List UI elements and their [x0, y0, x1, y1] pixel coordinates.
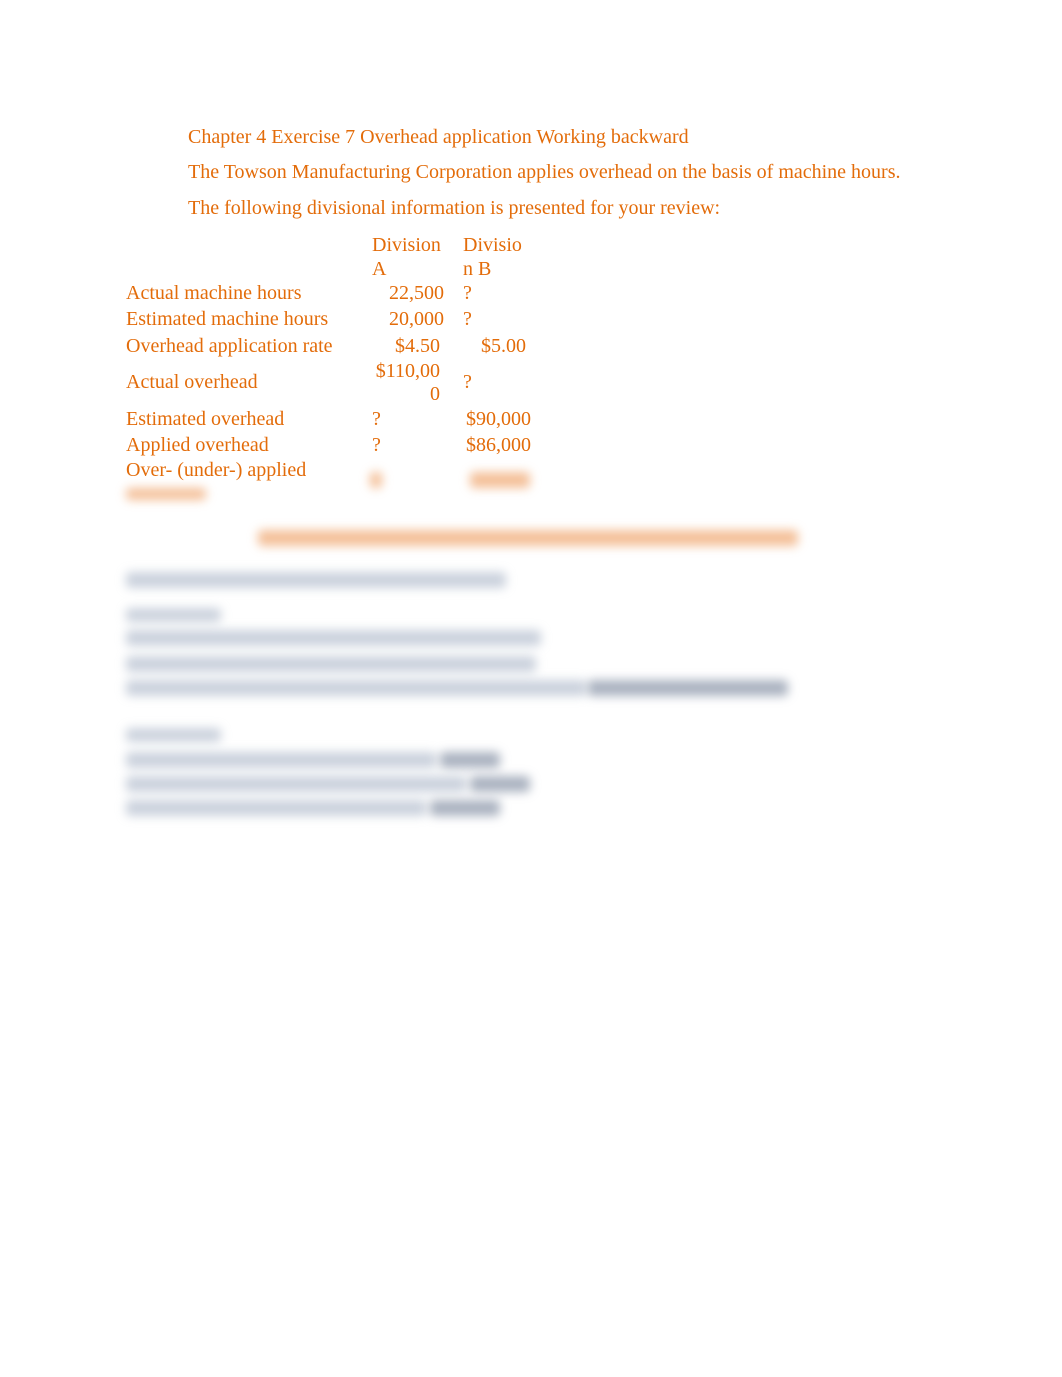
header-division-a-line1: Division [372, 234, 441, 256]
blurred-text [126, 800, 426, 816]
division-a-value: $4.50 [395, 335, 440, 357]
blurred-text [126, 608, 221, 622]
row-label: Applied overhead [126, 434, 269, 456]
row-label: Estimated machine hours [126, 308, 329, 330]
blurred-text [470, 776, 530, 792]
exercise-title: Chapter 4 Exercise 7 Overhead applicatio… [188, 126, 689, 148]
row-label: Actual machine hours [126, 282, 302, 304]
division-b-value: ? [463, 371, 472, 393]
row-label: Over- (under-) applied [126, 459, 307, 481]
division-b-value: $5.00 [481, 335, 526, 357]
blurred-text [588, 680, 788, 696]
blurred-text [126, 728, 221, 742]
division-b-value: $90,000 [466, 408, 531, 430]
blurred-text [126, 680, 586, 696]
division-b-value: ? [463, 308, 472, 330]
division-b-value: ? [463, 282, 472, 304]
row-label: Actual overhead [126, 371, 258, 393]
row-label: Overhead application rate [126, 335, 333, 357]
blurred-text [126, 656, 536, 672]
blurred-text [126, 488, 206, 500]
intro-paragraph-2: The following divisional information is … [188, 197, 721, 219]
blurred-text [440, 752, 500, 768]
blurred-text [430, 800, 500, 816]
row-label: Estimated overhead [126, 408, 285, 430]
division-b-value: $86,000 [466, 434, 531, 456]
division-a-value-line2: 0 [430, 383, 440, 405]
header-division-b-line2: n B [463, 258, 492, 280]
blurred-text [470, 472, 530, 488]
division-a-value: 20,000 [389, 308, 444, 330]
blurred-text [370, 472, 382, 488]
blurred-heading [258, 530, 798, 546]
header-division-b-line1: Divisio [463, 234, 522, 256]
division-a-value-line1: $110,00 [375, 360, 440, 382]
division-a-value: ? [372, 408, 381, 430]
blurred-text [126, 752, 436, 768]
blurred-text [126, 630, 541, 646]
blurred-text [126, 776, 466, 792]
intro-paragraph-1: The Towson Manufacturing Corporation app… [188, 161, 901, 183]
blurred-text [126, 572, 506, 588]
division-a-value: ? [372, 434, 381, 456]
header-division-a-line2: A [372, 258, 387, 280]
division-a-value: 22,500 [389, 282, 444, 304]
